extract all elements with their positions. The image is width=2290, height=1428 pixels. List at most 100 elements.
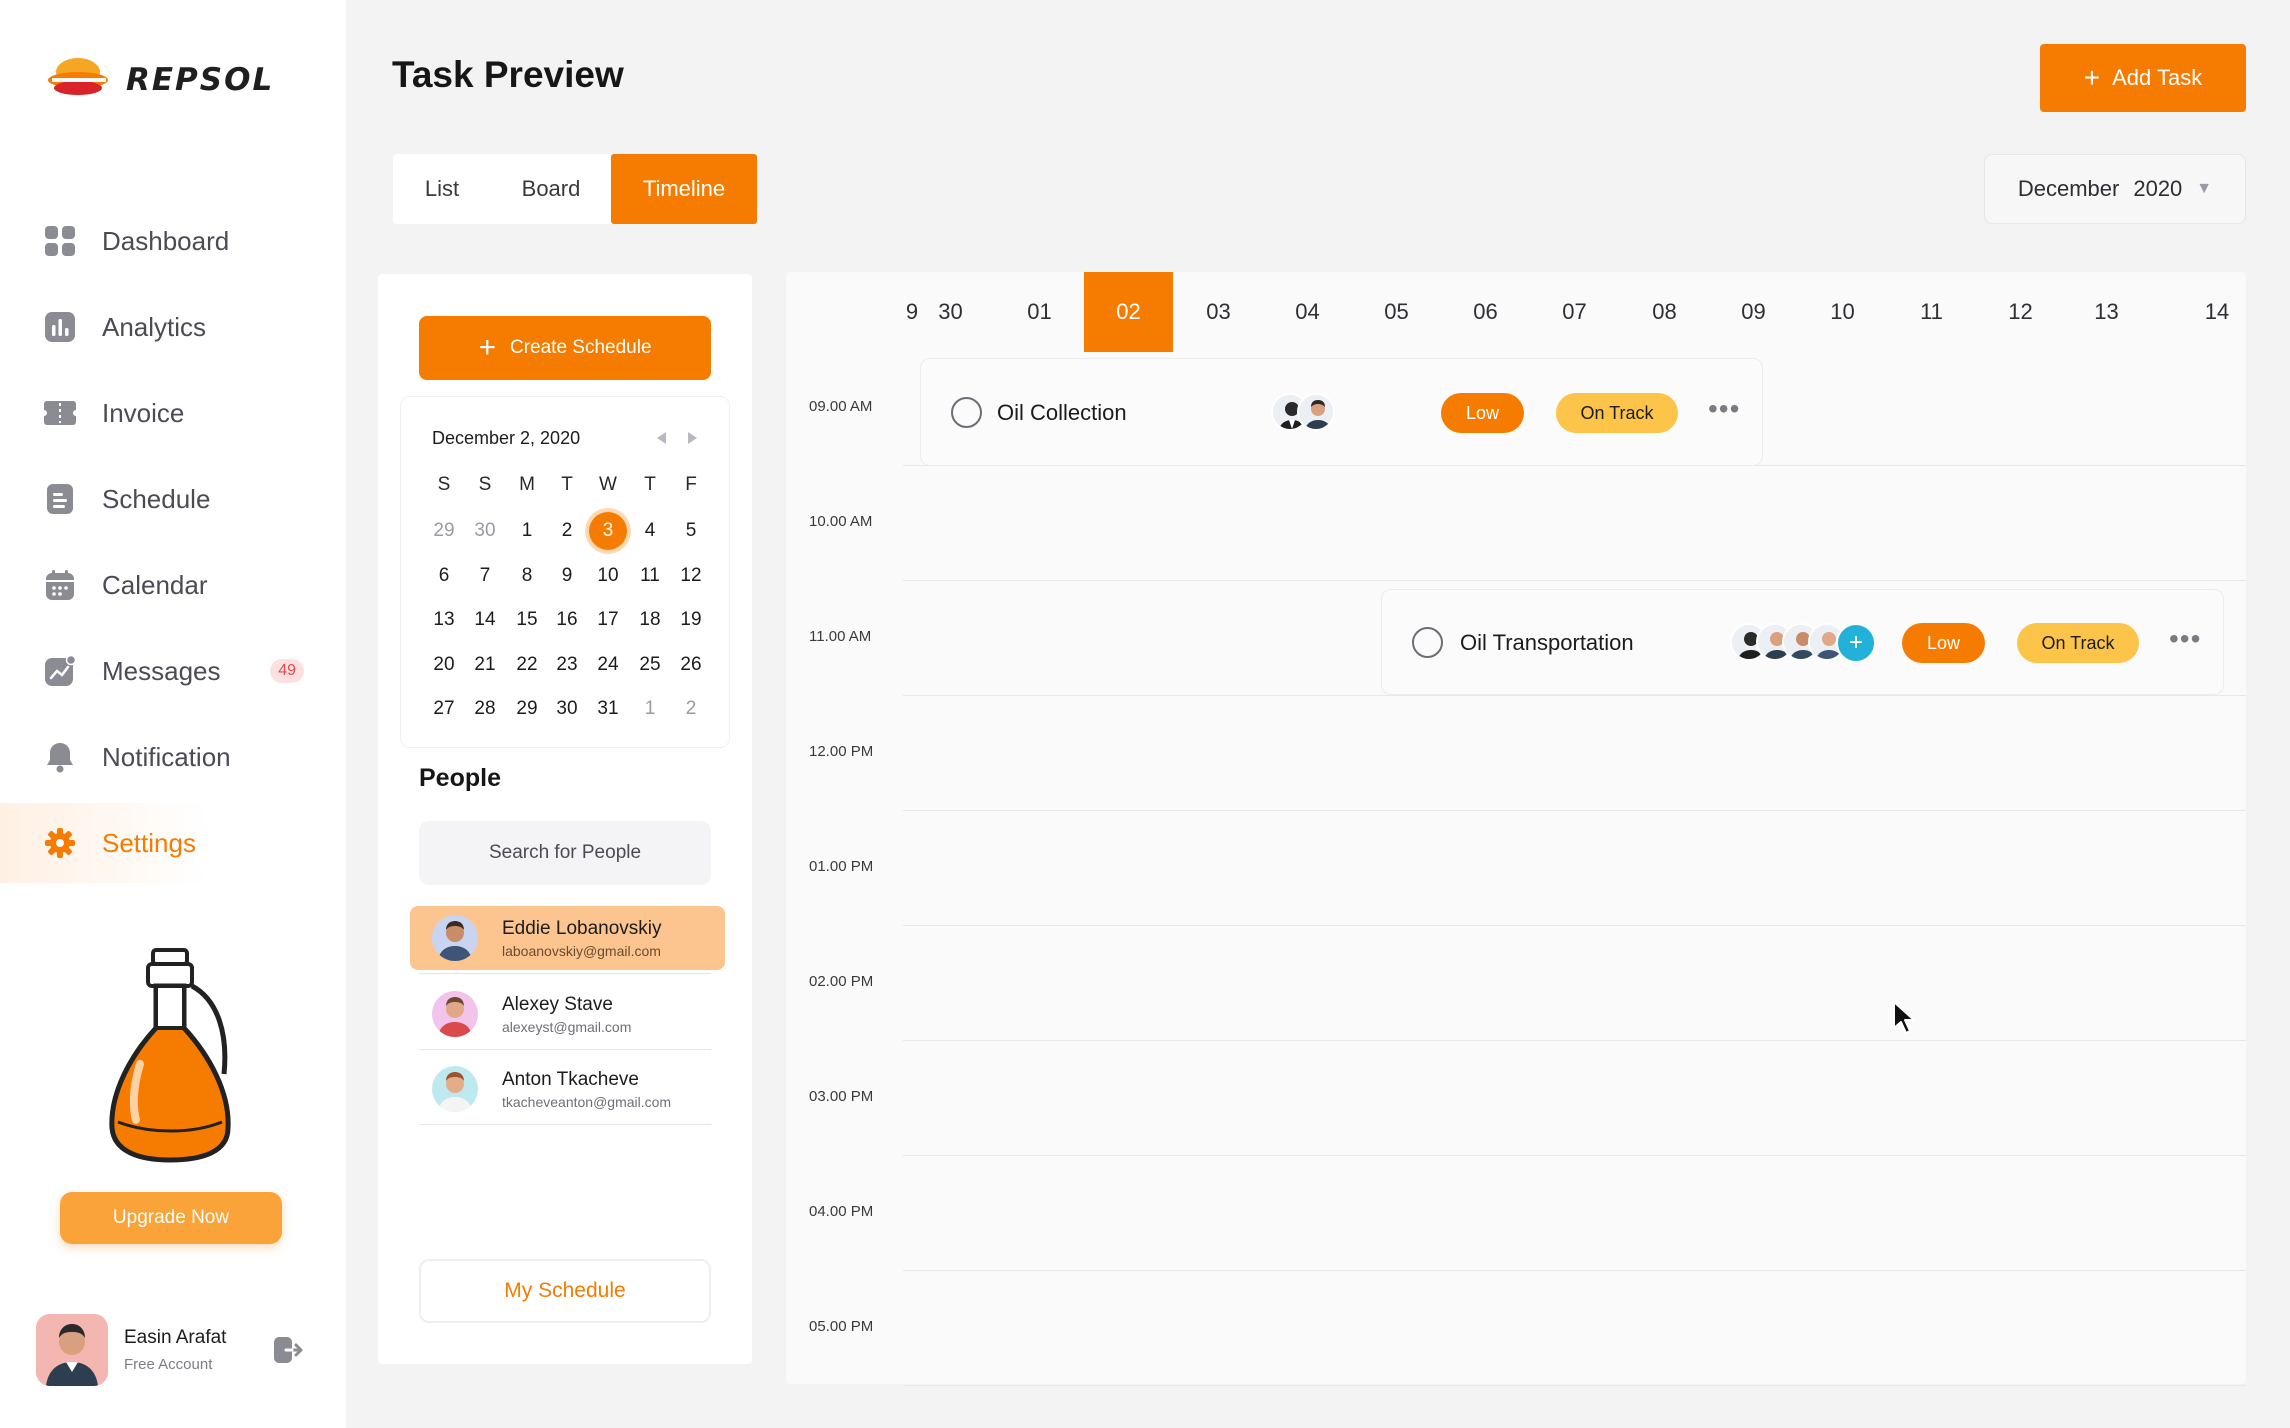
- add-task-button[interactable]: + Add Task: [2040, 44, 2246, 112]
- tab-board[interactable]: Board: [491, 154, 611, 224]
- timeline-day[interactable]: 04: [1263, 272, 1352, 352]
- calendar-day[interactable]: 27: [425, 690, 463, 728]
- task-card-oil-collection[interactable]: Oil Collection Low On Track •••: [920, 358, 1763, 466]
- user-avatar[interactable]: [36, 1314, 108, 1386]
- oil-bottle-illustration: [109, 948, 231, 1163]
- sidebar-item-settings[interactable]: Settings: [0, 803, 346, 883]
- sidebar-item-schedule[interactable]: Schedule: [0, 459, 346, 539]
- calendar-day[interactable]: 2: [672, 690, 710, 728]
- user-name: Easin Arafat: [124, 1327, 227, 1348]
- calendar-day[interactable]: 1: [631, 690, 669, 728]
- create-schedule-button[interactable]: + Create Schedule: [419, 316, 711, 380]
- next-month-icon[interactable]: [684, 430, 700, 451]
- priority-pill[interactable]: Low: [1902, 623, 1985, 663]
- calendar-day[interactable]: 17: [589, 601, 627, 639]
- logout-icon[interactable]: [272, 1334, 306, 1368]
- timeline-day[interactable]: 14: [2188, 272, 2246, 352]
- sidebar-item-calendar[interactable]: Calendar: [0, 545, 346, 625]
- calendar-day[interactable]: 18: [631, 601, 669, 639]
- person-item-alexey[interactable]: Alexey Stave alexeyst@gmail.com: [410, 982, 725, 1046]
- time-label: 09.00 AM: [809, 398, 873, 415]
- my-schedule-button[interactable]: My Schedule: [419, 1259, 711, 1323]
- bar-chart-icon: [43, 310, 77, 344]
- calendar-day[interactable]: 30: [548, 690, 586, 728]
- sidebar-item-analytics[interactable]: Analytics: [0, 287, 346, 367]
- calendar-day[interactable]: 24: [589, 646, 627, 684]
- calendar-day[interactable]: 14: [466, 601, 504, 639]
- timeline-day[interactable]: 08: [1620, 272, 1709, 352]
- person-name: Anton Tkacheve: [502, 1068, 639, 1090]
- mouse-cursor-icon: [1893, 1001, 1915, 1034]
- timeline-day[interactable]: 13: [2062, 272, 2151, 352]
- person-item-anton[interactable]: Anton Tkacheve tkacheveanton@gmail.com: [410, 1057, 725, 1121]
- calendar-day[interactable]: 7: [466, 557, 504, 595]
- status-pill[interactable]: On Track: [2017, 623, 2139, 663]
- calendar-day[interactable]: 12: [672, 557, 710, 595]
- calendar-day[interactable]: 23: [548, 646, 586, 684]
- tab-list[interactable]: List: [393, 154, 491, 224]
- calendar-day[interactable]: 3: [589, 512, 627, 550]
- task-checkbox[interactable]: [951, 397, 982, 428]
- time-label: 01.00 PM: [809, 858, 874, 875]
- brand-logo[interactable]: REPSOL: [42, 50, 282, 110]
- timeline-day[interactable]: 06: [1441, 272, 1530, 352]
- calendar-day[interactable]: 20: [425, 646, 463, 684]
- task-name: Oil Transportation: [1460, 630, 1634, 655]
- sidebar-item-notification[interactable]: Notification: [0, 717, 346, 797]
- calendar-day[interactable]: 2: [548, 512, 586, 550]
- timeline-day[interactable]: 10: [1798, 272, 1887, 352]
- timeline-day[interactable]: 02: [1084, 272, 1173, 352]
- timeline-day[interactable]: 01: [995, 272, 1084, 352]
- calendar-day[interactable]: 11: [631, 557, 669, 595]
- calendar-day[interactable]: 13: [425, 601, 463, 639]
- calendar-day[interactable]: 8: [508, 557, 546, 595]
- calendar-day[interactable]: 21: [466, 646, 504, 684]
- calendar-day[interactable]: 4: [631, 512, 669, 550]
- timeline-day[interactable]: 05: [1352, 272, 1441, 352]
- calendar-day[interactable]: 15: [508, 601, 546, 639]
- sidebar-item-messages[interactable]: Messages 49: [0, 631, 346, 711]
- timeline-day[interactable]: 30: [906, 272, 995, 352]
- calendar-day[interactable]: 16: [548, 601, 586, 639]
- month-select[interactable]: December 2020 ▼: [1984, 154, 2246, 224]
- time-row-divider: [903, 1040, 2246, 1041]
- calendar-day[interactable]: 25: [631, 646, 669, 684]
- sidebar-item-invoice[interactable]: Invoice: [0, 373, 346, 453]
- calendar-day[interactable]: 6: [425, 557, 463, 595]
- calendar-day[interactable]: 31: [589, 690, 627, 728]
- status-pill[interactable]: On Track: [1556, 393, 1678, 433]
- calendar-day[interactable]: 9: [548, 557, 586, 595]
- weekday-label: W: [599, 474, 617, 495]
- task-card-oil-transportation[interactable]: Oil Transportation + Low On Track •••: [1381, 589, 2224, 695]
- prev-month-icon[interactable]: [654, 430, 670, 451]
- timeline-day[interactable]: 03: [1174, 272, 1263, 352]
- timeline-day[interactable]: 11: [1887, 272, 1976, 352]
- person-item-eddie[interactable]: Eddie Lobanovskiy laboanovskiy@gmail.com: [410, 906, 725, 970]
- sidebar-item-dashboard[interactable]: Dashboard: [0, 201, 346, 281]
- calendar-day[interactable]: 29: [508, 690, 546, 728]
- calendar-day[interactable]: 19: [672, 601, 710, 639]
- calendar-day[interactable]: 30: [466, 512, 504, 550]
- upgrade-now-button[interactable]: Upgrade Now: [60, 1192, 282, 1244]
- task-checkbox[interactable]: [1412, 627, 1443, 658]
- calendar-day[interactable]: 22: [508, 646, 546, 684]
- timeline-day[interactable]: 07: [1530, 272, 1619, 352]
- more-options-icon[interactable]: •••: [1708, 395, 1740, 423]
- calendar-day[interactable]: 26: [672, 646, 710, 684]
- calendar-day[interactable]: 10: [589, 557, 627, 595]
- priority-pill[interactable]: Low: [1441, 393, 1524, 433]
- calendar-day[interactable]: 1: [508, 512, 546, 550]
- sidebar-item-label: Settings: [102, 827, 196, 858]
- more-options-icon[interactable]: •••: [2169, 625, 2201, 653]
- calendar-day[interactable]: 28: [466, 690, 504, 728]
- avatar: [1297, 393, 1335, 431]
- add-assignee-button[interactable]: +: [1836, 623, 1876, 663]
- calendar-day[interactable]: 29: [425, 512, 463, 550]
- person-email: alexeyst@gmail.com: [502, 1018, 632, 1035]
- calendar-day[interactable]: 5: [672, 512, 710, 550]
- people-search-input[interactable]: [419, 821, 711, 885]
- tab-timeline[interactable]: Timeline: [611, 154, 757, 224]
- timeline-day[interactable]: 12: [1976, 272, 2065, 352]
- timeline-day[interactable]: 09: [1709, 272, 1798, 352]
- time-row-divider: [903, 1155, 2246, 1156]
